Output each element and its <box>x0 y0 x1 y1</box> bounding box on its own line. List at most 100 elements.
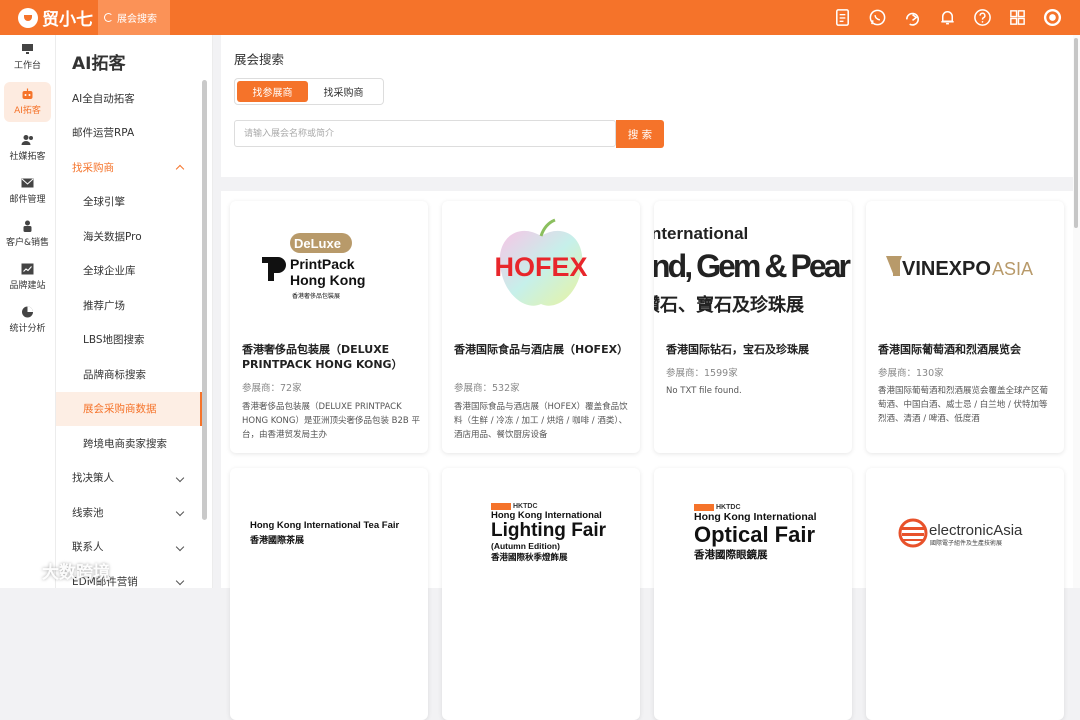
subnav-item-exhibition-buyers[interactable]: 展会采购商数据 <box>56 391 203 426</box>
exhibition-title: 香港奢侈品包装展（DELUXE PRINTPACK HONG KONG） <box>242 343 403 371</box>
document-icon[interactable] <box>832 8 852 28</box>
deluxe-printpack-logo: DeLuxe PrintPack Hong Kong 香港奢侈品包裝展 <box>262 233 365 300</box>
subnav-item-lbs-map[interactable]: LBS地图搜索 <box>56 323 203 358</box>
nav-workbench[interactable]: 工作台 <box>0 35 55 78</box>
nav-mail[interactable]: 邮件管理 <box>0 169 55 212</box>
avatar-icon[interactable] <box>1042 8 1062 28</box>
exhibition-desc: 香港国际食品与酒店展（HOFEX）覆盖食品饮料（生鲜 / 冷冻 / 加工 / 烘… <box>454 402 628 440</box>
subnav-item-ecommerce-sellers[interactable]: 跨境电商卖家搜索 <box>56 426 203 461</box>
search-panel: 展会搜索 找参展商 找采购商 搜 索 <box>221 35 1075 177</box>
svg-text:鑽石、寶石及珍珠展: 鑽石、寶石及珍珠展 <box>654 294 805 316</box>
tab-find-exhibitors[interactable]: 找参展商 <box>237 81 308 102</box>
subnav-group-label: 找采购商 <box>72 161 114 174</box>
search-input[interactable] <box>234 120 616 147</box>
exhibition-logo: HOFEX <box>442 201 640 331</box>
exhibition-grid: DeLuxe PrintPack Hong Kong 香港奢侈品包裝展 香港奢侈… <box>221 191 1075 720</box>
exhibition-logo: VINEXPO ASIA <box>866 201 1064 331</box>
share-icon[interactable] <box>902 8 922 28</box>
exhibition-card[interactable]: HKTDC Hong Kong International Optical Fa… <box>654 468 852 720</box>
svg-text:香港奢侈品包裝展: 香港奢侈品包裝展 <box>292 292 340 300</box>
svg-text:VINEXPO: VINEXPO <box>902 258 991 280</box>
pie-icon <box>22 306 33 317</box>
exhibition-card[interactable]: HKTDC Hong Kong International Lighting F… <box>442 468 640 720</box>
person-icon <box>23 220 32 232</box>
subnav-item-customs-pro[interactable]: 海关数据Pro <box>56 219 203 254</box>
app-name: 贸小七 <box>42 10 93 30</box>
svg-text:Hong Kong: Hong Kong <box>290 272 365 288</box>
svg-text:nternational: nternational <box>654 224 748 243</box>
subnav-title: AI拓客 <box>72 54 126 74</box>
electronic-asia-logo: electronicAsia 國際電子組件及生產技術展 <box>898 518 1023 548</box>
nav-customers[interactable]: 客户&销售 <box>0 212 55 255</box>
page-title: 展会搜索 <box>234 52 285 67</box>
svg-text:DeLuxe: DeLuxe <box>294 236 341 251</box>
subnav-item-trademark[interactable]: 品牌商标搜索 <box>56 357 203 392</box>
nav-social[interactable]: 社媒拓客 <box>0 126 55 169</box>
subnav-scrollbar[interactable] <box>202 80 207 520</box>
nav-statistics[interactable]: 统计分析 <box>0 298 55 341</box>
grid-apps-icon[interactable] <box>1007 8 1027 28</box>
subnav-group-label: 联系人 <box>72 541 104 554</box>
app-logo[interactable]: 贸小七 <box>0 0 98 35</box>
scroll-thumb[interactable] <box>1074 38 1078 228</box>
whatsapp-icon[interactable] <box>867 8 887 28</box>
svg-text:nd, Gem & Pear: nd, Gem & Pear <box>654 248 851 284</box>
exhibition-logo: Hong Kong International Tea Fair 香港國際茶展 <box>230 468 428 598</box>
lighting-fair-line4: 香港國際秋季燈飾展 <box>491 553 568 563</box>
tab-exhibition-search[interactable]: 展会搜索 <box>98 0 170 35</box>
exhibition-card[interactable]: VINEXPO ASIA 香港国际葡萄酒和烈酒展览会 参展商：130家 香港国际… <box>866 201 1064 453</box>
chevron-down-icon <box>175 507 185 517</box>
exhibition-title: 香港国际葡萄酒和烈酒展览会 <box>878 343 1021 356</box>
search-button[interactable]: 搜 索 <box>616 120 664 148</box>
subnav-group-label: 找决策人 <box>72 472 114 485</box>
optical-fair-line2: Optical Fair <box>694 522 816 547</box>
exhibition-card[interactable]: Hong Kong International Tea Fair 香港國際茶展 <box>230 468 428 720</box>
help-icon[interactable] <box>972 8 992 28</box>
subnav-item-company-db[interactable]: 全球企业库 <box>56 254 203 289</box>
svg-text:electronicAsia: electronicAsia <box>929 522 1023 539</box>
lighting-fair-line3: (Autumn Edition) <box>491 541 560 551</box>
svg-text:國際電子組件及生產技術展: 國際電子組件及生產技術展 <box>930 539 1002 547</box>
subnav-item-mail-rpa[interactable]: 邮件运营RPA <box>56 116 203 151</box>
left-nav: 工作台 AI拓客 社媒拓客 邮件管理 客户&销售 品牌建站 统计分析 <box>0 35 56 588</box>
nav-ai-prospecting[interactable]: AI拓客 <box>4 82 51 122</box>
exhibitor-count: 参展商：130家 <box>878 368 944 379</box>
top-icons <box>832 0 1080 35</box>
hktdc-mark: HKTDC <box>694 504 741 511</box>
search-mode-toggle: 找参展商 找采购商 <box>234 78 384 105</box>
exhibition-title: 香港国际食品与酒店展（HOFEX） <box>454 343 629 356</box>
subnav-item-recommend[interactable]: 推荐广场 <box>56 288 203 323</box>
subnav-group-lead-pool[interactable]: 线索池 <box>56 495 203 530</box>
exhibition-logo: nternational nd, Gem & Pear 鑽石、寶石及珍珠展 <box>654 201 852 331</box>
exhibition-card[interactable]: DeLuxe PrintPack Hong Kong 香港奢侈品包裝展 香港奢侈… <box>230 201 428 453</box>
tab-find-buyers[interactable]: 找采购商 <box>308 81 379 102</box>
top-bar: 贸小七 展会搜索 <box>0 0 1080 35</box>
robot-icon <box>22 88 33 99</box>
main-scrollbar[interactable] <box>1073 35 1080 588</box>
bell-icon[interactable] <box>937 8 957 28</box>
chevron-down-icon <box>175 542 185 551</box>
exhibition-logo: HKTDC Hong Kong International Lighting F… <box>442 468 640 598</box>
subnav-group-find-buyers[interactable]: 找采购商 <box>56 150 203 185</box>
refresh-icon[interactable] <box>104 13 113 22</box>
hofex-logo: HOFEX <box>494 218 588 306</box>
exhibition-card[interactable]: HOFEX 香港国际食品与酒店展（HOFEX） 参展商：532家 香港国际食品与… <box>442 201 640 453</box>
optical-fair-line3: 香港國際眼鏡展 <box>694 549 768 561</box>
exhibition-desc: 香港奢侈品包装展（DELUXE PRINTPACK HONG KONG）是亚洲顶… <box>242 402 420 440</box>
exhibition-card[interactable]: nternational nd, Gem & Pear 鑽石、寶石及珍珠展 香港… <box>654 201 852 453</box>
lighting-fair-line2: Lighting Fair <box>491 520 607 541</box>
exhibition-logo: electronicAsia 國際電子組件及生產技術展 <box>866 468 1064 598</box>
sub-nav: AI拓客 AI全自动拓客 邮件运营RPA 找采购商 全球引擎 海关数据Pro 全… <box>56 35 213 588</box>
subnav-item-global-engine[interactable]: 全球引擎 <box>56 185 203 220</box>
users-icon <box>21 134 33 145</box>
main-content: 展会搜索 找参展商 找采购商 搜 索 DeLuxe PrintPack Hong… <box>221 35 1075 720</box>
exhibition-desc: No TXT file found. <box>666 386 742 396</box>
nav-brand-site[interactable]: 品牌建站 <box>0 255 55 298</box>
tea-fair-logo-zh: 香港國際茶展 <box>250 536 305 546</box>
svg-text:HOFEX: HOFEX <box>494 252 587 282</box>
tea-fair-logo-en: Hong Kong International Tea Fair <box>250 520 400 531</box>
subnav-item-ai-auto[interactable]: AI全自动拓客 <box>56 81 203 116</box>
chevron-up-icon <box>175 164 185 174</box>
exhibition-card[interactable]: electronicAsia 國際電子組件及生產技術展 <box>866 468 1064 720</box>
subnav-group-decision-makers[interactable]: 找决策人 <box>56 461 203 496</box>
